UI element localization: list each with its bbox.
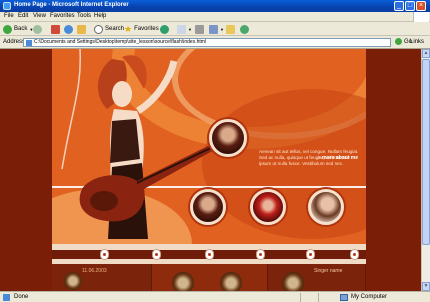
close-button[interactable]: ×: [416, 1, 426, 11]
folder-button[interactable]: [226, 24, 235, 34]
messenger-icon: [240, 24, 249, 34]
print-button[interactable]: [195, 24, 204, 34]
search-button[interactable]: Search: [94, 24, 124, 34]
website-canvas: Aenean sit aut tellus, vel congue. Nulla…: [52, 49, 366, 291]
search-icon: [94, 24, 103, 34]
windows-logo-icon: [413, 12, 429, 22]
menu-tools[interactable]: Tools: [77, 13, 91, 19]
scroll-thumb[interactable]: [422, 59, 430, 245]
status-bar: Done My Computer: [0, 291, 430, 302]
gallery-photo-3[interactable]: [308, 189, 344, 225]
status-divider: [318, 293, 319, 302]
go-arrow-icon: [395, 38, 402, 45]
discography-cell: [152, 264, 268, 291]
print-icon: [195, 24, 204, 34]
back-button[interactable]: Back ▼: [3, 24, 33, 34]
star-icon: ★: [124, 23, 133, 34]
nav-button-3[interactable]: [205, 249, 214, 260]
address-bar: Address C:\Documents and Settings\Deskto…: [0, 36, 430, 49]
ie-icon: [3, 2, 11, 10]
nav-button-2[interactable]: [152, 249, 161, 260]
edit-icon: [209, 24, 218, 34]
mail-icon: [177, 24, 186, 34]
gallery-photo-2[interactable]: [250, 189, 286, 225]
home-icon: [77, 24, 86, 34]
album-disc[interactable]: [64, 272, 82, 290]
profile-photo[interactable]: [209, 119, 247, 157]
nav-button-4[interactable]: [256, 249, 265, 260]
navigation-strip: [52, 244, 366, 264]
favorites-button[interactable]: ★ Favorites: [124, 24, 159, 34]
title-bar: Home Page - Microsoft Internet Explorer …: [0, 0, 430, 12]
nav-button-6[interactable]: [350, 249, 359, 260]
gallery-photo-1[interactable]: [190, 189, 226, 225]
mail-button[interactable]: ▼: [177, 24, 192, 34]
page-icon: [26, 40, 32, 46]
forward-arrow-icon: [33, 24, 42, 34]
stop-button[interactable]: [51, 24, 60, 34]
album-disc[interactable]: [282, 272, 304, 291]
minimize-button[interactable]: _: [394, 1, 404, 11]
nav-button-5[interactable]: [306, 249, 315, 260]
menu-bar: File Edit View Favorites Tools Help: [0, 12, 430, 22]
status-text: Done: [14, 294, 29, 300]
album-disc[interactable]: [220, 272, 242, 291]
nav-button-1[interactable]: [100, 249, 109, 260]
history-button[interactable]: [160, 24, 169, 34]
maximize-button[interactable]: □: [405, 1, 415, 11]
status-divider: [300, 293, 301, 302]
browser-viewport: Aenean sit aut tellus, vel congue. Nulla…: [0, 49, 430, 291]
album-disc[interactable]: [172, 272, 194, 291]
back-arrow-icon: [3, 24, 12, 34]
menu-view[interactable]: View: [33, 13, 46, 19]
menu-file[interactable]: File: [4, 13, 14, 19]
window-title: Home Page - Microsoft Internet Explorer: [14, 2, 129, 8]
page-icon: [3, 294, 10, 301]
standard-toolbar: Back ▼ Search ★ Favorites ▼ ▼: [0, 22, 430, 36]
security-zone: My Computer: [351, 294, 388, 300]
address-label: Address: [3, 39, 26, 45]
scroll-up-button[interactable]: ▲: [422, 49, 430, 58]
singer-name-label: Singer name: [314, 268, 343, 274]
menu-help[interactable]: Help: [94, 13, 106, 19]
chevron-down-icon: ▼: [188, 26, 192, 32]
stop-icon: [51, 24, 60, 34]
forward-button[interactable]: [33, 24, 42, 34]
links-button[interactable]: Links: [410, 39, 424, 45]
menu-favorites[interactable]: Favorites: [50, 13, 75, 19]
chevron-down-icon: ▼: [220, 26, 224, 32]
lower-content: 11.06.2003 Singer name: [52, 264, 366, 291]
computer-icon: [340, 294, 348, 301]
address-input[interactable]: C:\Documents and Settings\Desktop\temp\s…: [23, 38, 391, 47]
history-icon: [160, 24, 169, 34]
edit-button[interactable]: ▼: [209, 24, 224, 34]
news-date: 11.06.2003: [82, 268, 107, 274]
refresh-icon: [64, 24, 73, 34]
more-about-me-link[interactable]: » more about me: [318, 155, 358, 161]
scroll-down-button[interactable]: ▼: [422, 282, 430, 291]
folder-icon: [226, 24, 235, 34]
menu-edit[interactable]: Edit: [18, 13, 28, 19]
home-button[interactable]: [77, 24, 86, 34]
messenger-button[interactable]: [240, 24, 249, 34]
vertical-scrollbar[interactable]: ▲ ▼: [421, 49, 430, 291]
refresh-button[interactable]: [64, 24, 73, 34]
